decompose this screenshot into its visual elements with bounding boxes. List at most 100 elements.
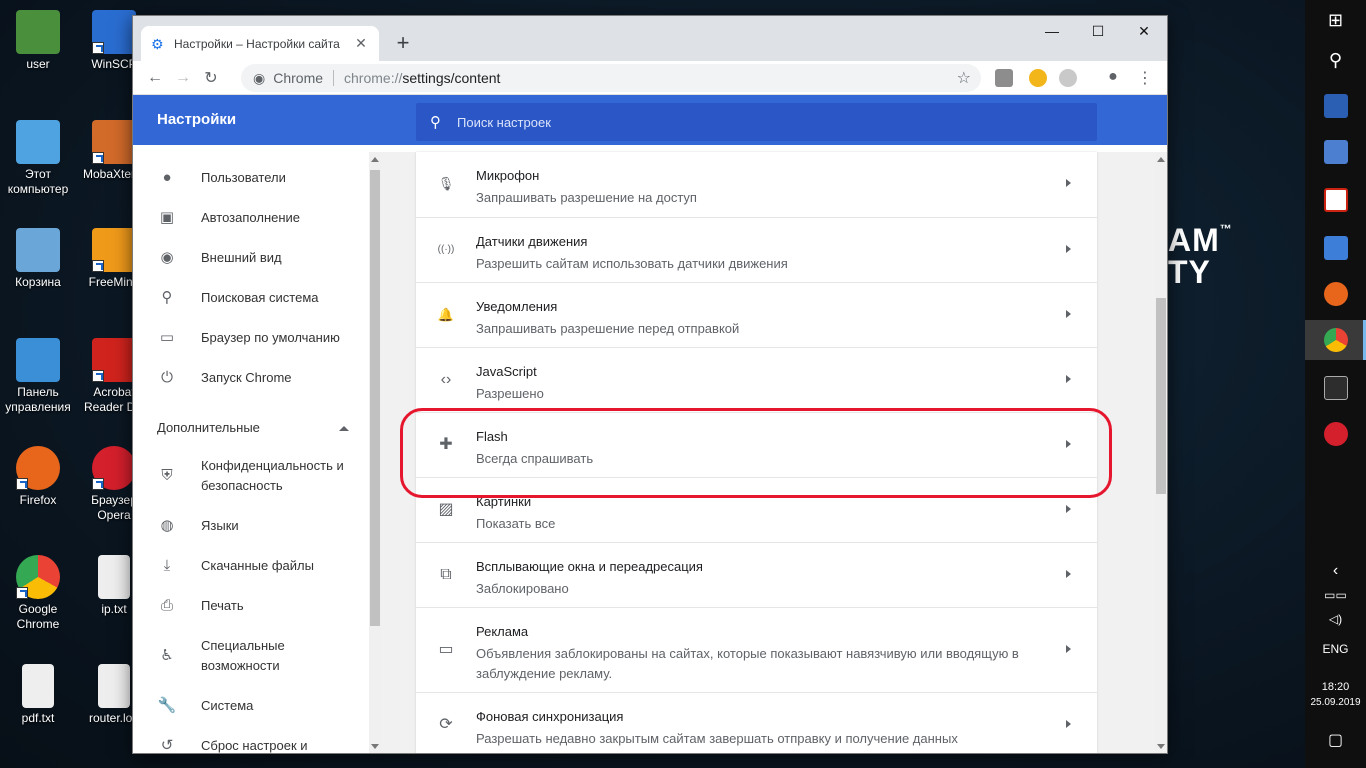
setting-row-images[interactable]: ▨ Картинки Показать все bbox=[416, 477, 1097, 542]
sidebar-item-appearance[interactable]: ◉ Внешний вид bbox=[157, 248, 357, 268]
taskbar-app-network[interactable] bbox=[1305, 132, 1366, 172]
desktop-icon[interactable]: Панель управления bbox=[0, 338, 76, 415]
taskbar-app-opera[interactable] bbox=[1305, 414, 1366, 454]
taskbar-app-chrome[interactable] bbox=[1305, 320, 1366, 360]
taskbar-app-remote[interactable] bbox=[1305, 228, 1366, 268]
setting-row-popups[interactable]: ⧉ Всплывающие окна и переадресация Заблоки… bbox=[416, 542, 1097, 607]
setting-row-microphone[interactable]: 🎙 Микрофон Запрашивать разрешение на досту… bbox=[416, 152, 1097, 217]
sidebar-item-startup[interactable]: ⏻ Запуск Chrome bbox=[157, 368, 357, 388]
ads-icon: ▭ bbox=[438, 641, 454, 658]
setting-row-notifications[interactable]: 🔔 Уведомления Запрашивать разрешение перед… bbox=[416, 282, 1097, 347]
sidebar-item-downloads[interactable]: ⤓ Скачанные файлы bbox=[157, 556, 357, 576]
sidebar-item-reset[interactable]: ↺ Сброс настроек и bbox=[157, 736, 357, 753]
control-panel-icon bbox=[16, 338, 60, 382]
forward-button[interactable]: → bbox=[169, 69, 197, 87]
sidebar-item-languages[interactable]: ◍ Языки bbox=[157, 516, 357, 536]
sidebar-item-users[interactable]: ● Пользователи bbox=[157, 168, 357, 188]
pdf-extension-icon[interactable] bbox=[995, 69, 1013, 87]
sensors-icon: ((·)) bbox=[437, 244, 455, 255]
reload-button[interactable]: ↻ bbox=[197, 68, 225, 88]
settings-sidebar: ● Пользователи ▣ Автозаполнение ◉ Внешний в… bbox=[133, 152, 369, 753]
vnc-icon bbox=[1323, 188, 1348, 212]
setting-subtitle: Показать все bbox=[476, 516, 556, 531]
sidebar-scrollbar[interactable] bbox=[369, 152, 381, 753]
desktop-icon[interactable]: Корзина bbox=[0, 228, 76, 290]
setting-title: Фоновая синхронизация bbox=[476, 709, 624, 724]
desktop-icon[interactable]: user bbox=[0, 10, 76, 72]
sidebar-item-search-engine[interactable]: ⚲ Поисковая система bbox=[157, 288, 357, 308]
profile-icon[interactable]: ● bbox=[1099, 68, 1127, 86]
settings-search[interactable]: ⚲ bbox=[416, 103, 1097, 141]
sidebar-item-system[interactable]: 🔧 Система bbox=[157, 696, 357, 716]
setting-title: JavaScript bbox=[476, 364, 537, 379]
menu-icon[interactable]: ⋮ bbox=[1131, 68, 1159, 88]
setting-title: Датчики движения bbox=[476, 234, 588, 249]
scroll-down-icon[interactable] bbox=[1157, 744, 1165, 749]
maximize-button[interactable]: ☐ bbox=[1075, 16, 1121, 46]
address-bar[interactable]: ◉ Chrome chrome://settings/content ☆ bbox=[241, 64, 981, 92]
flower-extension-icon[interactable] bbox=[1029, 69, 1047, 87]
sidebar-item-autofill[interactable]: ▣ Автозаполнение bbox=[157, 208, 357, 228]
site-info-icon[interactable]: ◉ bbox=[253, 70, 265, 87]
desktop-icon[interactable]: Google Chrome bbox=[0, 555, 76, 632]
sidebar-item-privacy[interactable]: ⛨ Конфиденциальность и безопасность bbox=[157, 456, 357, 496]
notifications-icon[interactable]: ▢ bbox=[1305, 730, 1366, 750]
scroll-up-icon[interactable] bbox=[1157, 157, 1165, 162]
tab-close-icon[interactable]: ✕ bbox=[353, 35, 369, 52]
desktop-icon-label: Firefox bbox=[19, 493, 57, 507]
bookmark-star-icon[interactable]: ☆ bbox=[957, 68, 971, 88]
back-button[interactable]: ← bbox=[141, 69, 169, 87]
url-path: settings/content bbox=[402, 70, 501, 86]
scrollbar-thumb[interactable] bbox=[1156, 298, 1166, 494]
sidebar-item-printing[interactable]: ⎙ Печать bbox=[157, 596, 357, 616]
sidebar-advanced-toggle[interactable]: Дополнительные bbox=[157, 420, 349, 435]
setting-row-javascript[interactable]: ‹› JavaScript Разрешено bbox=[416, 347, 1097, 412]
sidebar-item-default-browser[interactable]: ▭ Браузер по умолчанию bbox=[157, 328, 357, 348]
gray-extension-icon[interactable] bbox=[1059, 69, 1077, 87]
taskbar-app-save[interactable] bbox=[1305, 86, 1366, 126]
desktop-icon-label: WinSCP bbox=[91, 57, 137, 71]
volume-icon[interactable]: ◁) bbox=[1305, 612, 1366, 626]
setting-row-ads[interactable]: ▭ Реклама Объявления заблокированы на сайт… bbox=[416, 607, 1097, 692]
desktop-icon[interactable]: pdf.txt bbox=[0, 664, 76, 726]
taskbar-app-vnc[interactable] bbox=[1305, 180, 1366, 220]
chevron-up-icon bbox=[339, 426, 349, 431]
setting-row-background-sync[interactable]: ⟳ Фоновая синхронизация Разрешать недавно … bbox=[416, 692, 1097, 753]
desktop-icon-label: pdf.txt bbox=[21, 711, 55, 725]
sidebar-item-label: Автозаполнение bbox=[201, 210, 301, 225]
sidebar-item-label: Внешний вид bbox=[201, 250, 282, 265]
tab-settings[interactable]: ⚙ Настройки – Настройки сайта ✕ bbox=[141, 26, 379, 61]
search-button[interactable]: ⚲ bbox=[1305, 40, 1366, 80]
minimize-button[interactable]: — bbox=[1029, 16, 1075, 46]
taskbar-app-terminal[interactable] bbox=[1305, 368, 1366, 408]
clock-date[interactable]: 25.09.2019 bbox=[1305, 697, 1366, 708]
scroll-up-icon[interactable] bbox=[371, 157, 379, 162]
main-scrollbar[interactable] bbox=[1155, 152, 1167, 753]
setting-row-motion-sensors[interactable]: ((·)) Датчики движения Разрешить сайтам ис… bbox=[416, 217, 1097, 282]
firefox-icon bbox=[1323, 282, 1348, 306]
language-indicator[interactable]: ENG bbox=[1305, 642, 1366, 656]
accessibility-icon: ♿ bbox=[160, 647, 174, 664]
desktop-icon[interactable]: Firefox bbox=[0, 446, 76, 508]
new-tab-button[interactable]: + bbox=[391, 30, 415, 56]
taskbar-app-firefox[interactable] bbox=[1305, 274, 1366, 314]
recycle-bin-icon bbox=[16, 228, 60, 272]
sidebar-item-label: Пользователи bbox=[201, 170, 286, 185]
scroll-down-icon[interactable] bbox=[371, 744, 379, 749]
battery-icon[interactable]: ▭▭ bbox=[1305, 588, 1366, 602]
toolbar: ← → ↻ ◉ Chrome chrome://settings/content… bbox=[133, 61, 1167, 95]
desktop-icon[interactable]: Этот компьютер bbox=[0, 120, 76, 197]
search-input[interactable] bbox=[457, 114, 1057, 130]
start-button[interactable]: ⊞ bbox=[1305, 0, 1366, 40]
clock-time[interactable]: 18:20 bbox=[1305, 681, 1366, 693]
code-icon: ‹› bbox=[440, 371, 452, 388]
scrollbar-thumb[interactable] bbox=[370, 170, 380, 626]
sidebar-item-label: Запуск Chrome bbox=[201, 370, 292, 385]
setting-row-flash[interactable]: ✚ Flash Всегда спрашивать bbox=[416, 412, 1097, 477]
close-window-button[interactable]: ✕ bbox=[1121, 16, 1167, 46]
tray-chevron-icon[interactable]: ‹ bbox=[1305, 562, 1366, 580]
sidebar-item-accessibility[interactable]: ♿ Специальные возможности bbox=[157, 636, 357, 676]
chevron-right-icon bbox=[1066, 179, 1071, 187]
search-icon: ⚲ bbox=[1328, 49, 1343, 70]
popup-icon: ⧉ bbox=[440, 566, 452, 583]
